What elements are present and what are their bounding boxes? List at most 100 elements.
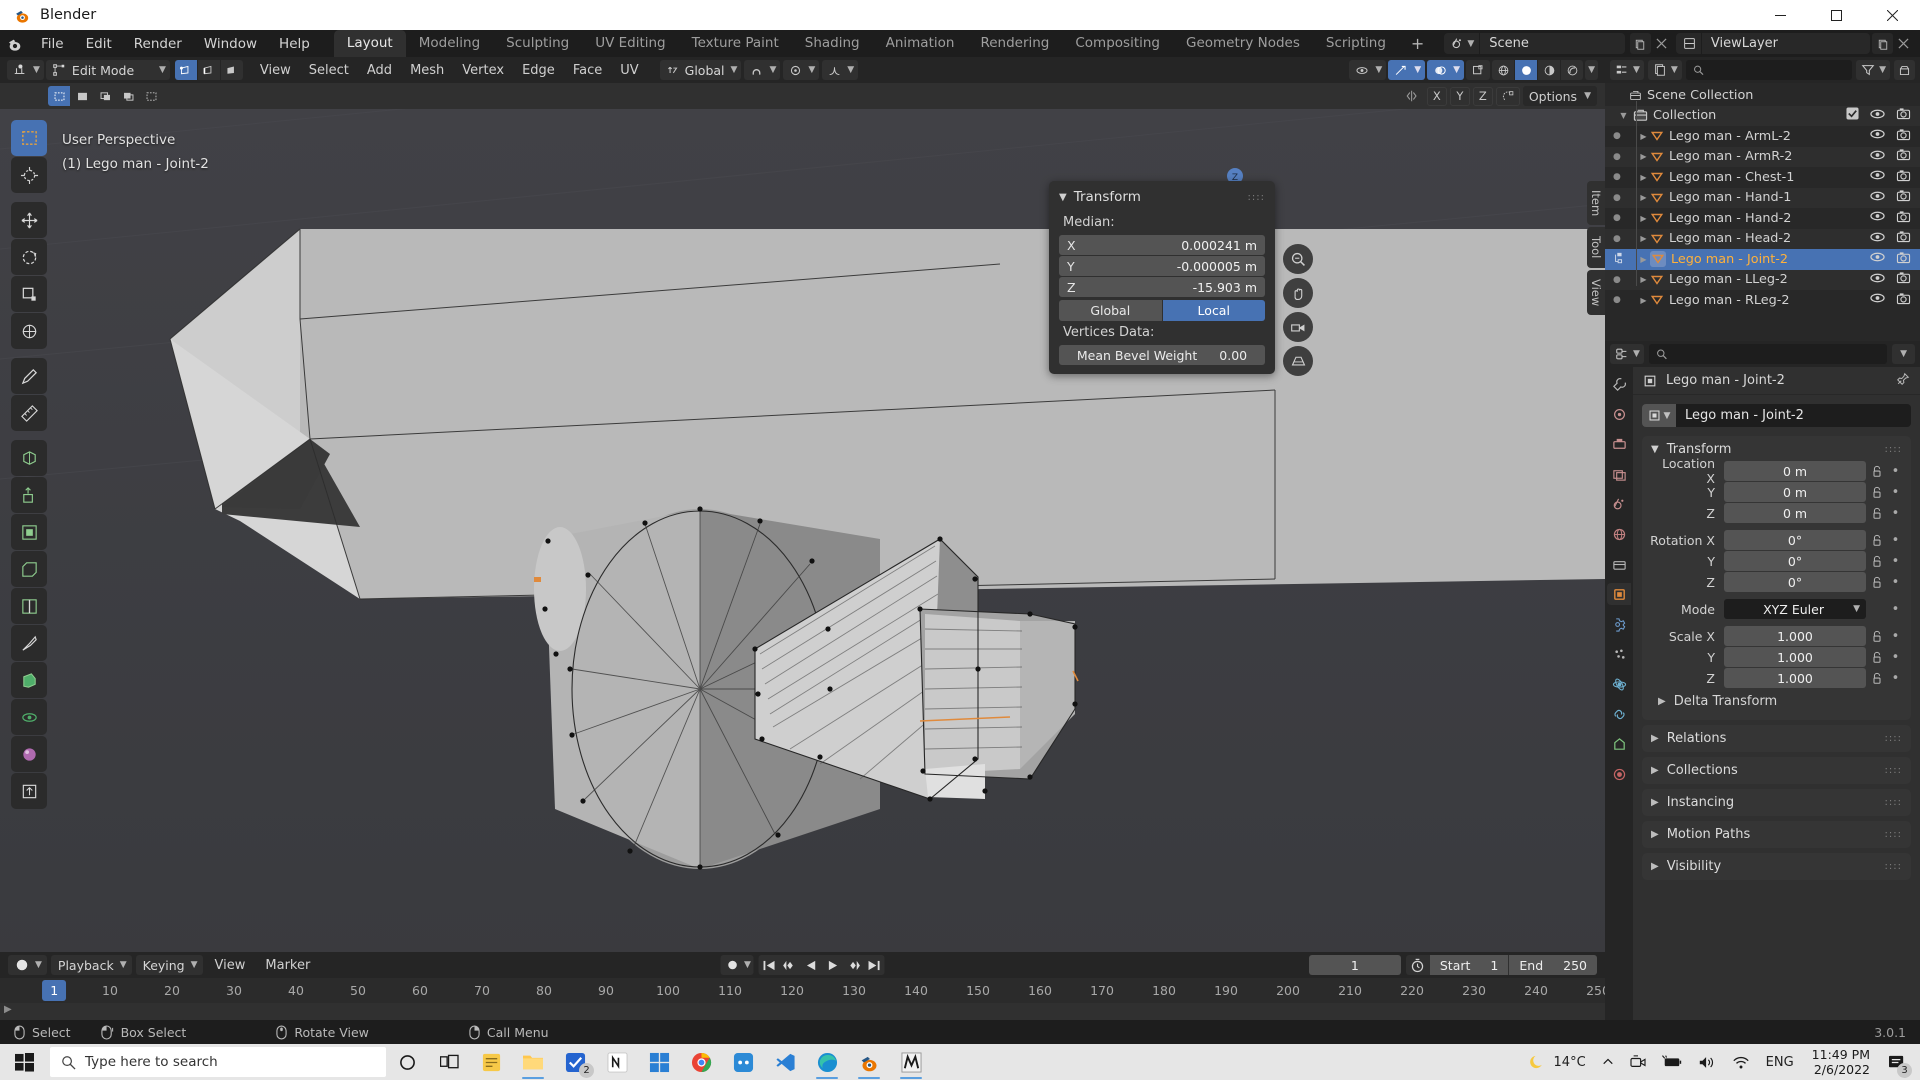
disable-in-renders-icon[interactable] [1896, 210, 1911, 227]
lock-scale-y-icon[interactable] [1866, 651, 1888, 664]
outliner-object-row[interactable]: ● ▶ Lego man - RLeg-2 [1605, 290, 1920, 311]
outliner-row-collection[interactable]: ▼ Collection [1605, 105, 1920, 126]
taskbar-clock[interactable]: 11:49 PM 2/6/2022 [1802, 1047, 1880, 1077]
sidebar-tab-item[interactable]: Item [1587, 181, 1605, 226]
properties-tab-particles[interactable] [1607, 643, 1631, 665]
outliner-row-scene-collection[interactable]: Scene Collection [1605, 85, 1920, 106]
zoom-view-button[interactable] [1283, 244, 1313, 274]
viewport-menu-add[interactable]: Add [358, 60, 401, 81]
rotation-x-value[interactable]: 0° [1724, 530, 1866, 550]
timeline-channel-area[interactable]: ▶ [0, 1003, 1605, 1020]
animate-location-y-dot[interactable]: • [1888, 485, 1903, 500]
delta-transform-subpanel[interactable]: ▶ Delta Transform [1642, 689, 1911, 712]
median-x-field[interactable]: X 0.000241 m [1059, 235, 1265, 255]
select-subtract-button[interactable] [94, 86, 116, 106]
properties-closed-panel[interactable]: ▶ Motion Paths:::: [1642, 821, 1911, 848]
tool-shrink-fatten[interactable] [11, 773, 47, 809]
tool-rotate[interactable] [11, 239, 47, 275]
rotation-z-value[interactable]: 0° [1724, 572, 1866, 592]
pin-id-icon[interactable] [1896, 372, 1910, 390]
chevron-right-icon[interactable]: ▶ [1637, 275, 1650, 284]
camera-view-button[interactable] [1283, 312, 1313, 342]
properties-closed-panel[interactable]: ▶ Relations:::: [1642, 725, 1911, 752]
tool-transform[interactable] [11, 313, 47, 349]
editor-type-selector[interactable]: ▼ [7, 60, 44, 80]
select-extend-button[interactable] [71, 86, 93, 106]
tool-scale[interactable] [11, 276, 47, 312]
volume-icon[interactable] [1690, 1044, 1724, 1080]
disable-in-renders-icon[interactable] [1896, 271, 1911, 288]
properties-tab-tool[interactable] [1607, 373, 1631, 395]
hide-in-viewport-icon[interactable] [1870, 149, 1885, 165]
overlays-toggle-button[interactable]: ▼ [1427, 60, 1465, 80]
tool-move[interactable] [11, 202, 47, 238]
disable-in-renders-icon[interactable] [1896, 292, 1911, 309]
close-button[interactable] [1864, 0, 1920, 30]
timeline-marker-menu[interactable]: Marker [257, 955, 318, 976]
outliner-new-collection-button[interactable] [1894, 60, 1915, 80]
chevron-right-icon[interactable]: ▶ [1637, 296, 1650, 305]
tab-scripting[interactable]: Scripting [1313, 30, 1399, 57]
face-select-mode-button[interactable] [220, 60, 243, 80]
blender-taskbar-icon[interactable] [848, 1044, 890, 1080]
viewport-canvas[interactable]: User Perspective (1) Lego man - Joint-2 [0, 109, 1605, 1006]
animate-rotation-y-dot[interactable]: • [1888, 554, 1903, 569]
start-button[interactable] [0, 1044, 48, 1080]
tool-spin[interactable] [11, 699, 47, 735]
properties-tab-material[interactable] [1607, 763, 1631, 785]
scale-z-value[interactable]: 1.000 [1724, 668, 1866, 688]
remove-viewlayer-button[interactable] [1893, 33, 1914, 54]
global-space-button[interactable]: Global [1059, 300, 1162, 321]
animate-scale-z-dot[interactable]: • [1888, 671, 1903, 686]
sticky-notes-icon[interactable] [470, 1044, 512, 1080]
object-dot-icon[interactable]: ● [1613, 234, 1621, 244]
tab-sculpting[interactable]: Sculpting [493, 30, 582, 57]
location-z-value[interactable]: 0 m [1724, 503, 1866, 523]
select-set-button[interactable] [48, 86, 70, 106]
menu-file[interactable]: File [30, 32, 75, 56]
object-dot-icon[interactable]: ● [1613, 295, 1621, 305]
disable-in-renders-icon[interactable] [1896, 189, 1911, 206]
hide-in-viewport-icon[interactable] [1870, 169, 1885, 185]
lock-rotation-x-icon[interactable] [1866, 534, 1888, 547]
vscode-icon[interactable] [764, 1044, 806, 1080]
toggle-perspective-button[interactable] [1283, 346, 1313, 376]
properties-tab-scene[interactable] [1607, 493, 1631, 515]
microsoft-store-icon[interactable] [638, 1044, 680, 1080]
unlink-scene-button[interactable] [1651, 33, 1672, 54]
object-name-field[interactable]: ▼ Lego man - Joint-2 [1642, 404, 1911, 427]
median-z-field[interactable]: Z -15.903 m [1059, 277, 1265, 297]
properties-closed-panel[interactable]: ▶ Instancing:::: [1642, 789, 1911, 816]
disable-in-renders-icon[interactable] [1896, 128, 1911, 145]
show-hidden-icons-button[interactable] [1594, 1044, 1622, 1080]
tool-knife[interactable] [11, 625, 47, 661]
timeline-editor-type-selector[interactable]: ▼ [8, 955, 47, 975]
tool-measure[interactable] [11, 395, 47, 431]
lock-location-z-icon[interactable] [1866, 507, 1888, 520]
outliner-object-row[interactable]: ● ▶ Lego man - Hand-1 [1605, 187, 1920, 208]
new-viewlayer-button[interactable] [1872, 33, 1893, 54]
sidebar-tab-view[interactable]: View [1587, 269, 1605, 315]
proportional-falloff-button[interactable]: ▼ [822, 60, 859, 80]
animate-scale-x-dot[interactable]: • [1888, 629, 1903, 644]
solid-shading-button[interactable] [1515, 60, 1538, 80]
properties-tab-constraints[interactable] [1607, 703, 1631, 725]
wireframe-shading-button[interactable] [1492, 60, 1515, 80]
properties-tab-modifiers[interactable] [1607, 613, 1631, 635]
file-explorer-icon[interactable] [512, 1044, 554, 1080]
local-space-button[interactable]: Local [1162, 300, 1265, 321]
outliner-display-mode-selector[interactable]: ▼ [1647, 60, 1682, 80]
tab-animation[interactable]: Animation [873, 30, 968, 57]
xbox-gamebar-icon[interactable] [722, 1044, 764, 1080]
timeline-playback-menu[interactable]: Playback ▼ [50, 955, 132, 975]
outliner-search-input[interactable] [1708, 62, 1853, 78]
lock-rotation-z-icon[interactable] [1866, 576, 1888, 589]
wifi-icon[interactable] [1724, 1044, 1758, 1080]
viewport-menu-view[interactable]: View [251, 60, 300, 81]
weather-widget[interactable]: 14°C [1520, 1044, 1594, 1080]
jump-to-end-button[interactable] [864, 955, 885, 975]
jump-to-start-button[interactable] [759, 955, 780, 975]
notion-icon[interactable] [596, 1044, 638, 1080]
chevron-right-icon[interactable]: ▶ [1637, 255, 1650, 264]
taskbar-search-box[interactable]: Type here to search [50, 1047, 386, 1077]
